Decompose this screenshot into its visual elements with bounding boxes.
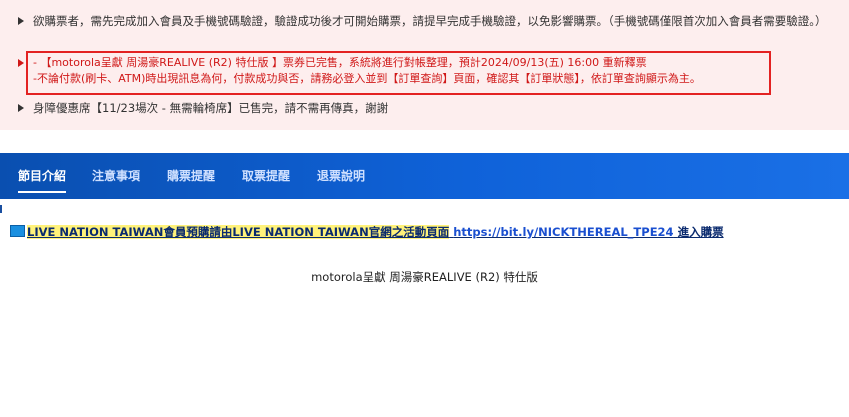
bullet-icon: [18, 104, 24, 112]
book-icon: [10, 225, 25, 237]
notice-item-member: 欲購票者，需先完成加入會員及手機號碼驗證，驗證成功後才可開始購票，請提早完成手機…: [18, 13, 838, 29]
notice-item-sold-out: - 【motorola呈獻 周湯豪REALIVE (R2) 特仕版 】票券已完售…: [18, 55, 778, 87]
bullet-icon: [18, 17, 24, 25]
notice-item-accessible-seats: 身障優惠席【11/23場次 - 無需輪椅席】已售完，請不需再傳真，謝謝: [18, 100, 838, 116]
bullet-icon: [18, 59, 24, 67]
presale-text: LIVE NATION TAIWAN會員預購請由LIVE NATION TAIW…: [27, 225, 450, 239]
program-tab-bar: 節目介紹 注意事項 購票提醒 取票提醒 退票說明: [0, 153, 849, 199]
notice-panel: 欲購票者，需先完成加入會員及手機號碼驗證，驗證成功後才可開始購票，請提早完成手機…: [0, 0, 849, 130]
presale-suffix: 進入購票: [677, 225, 724, 239]
tab-notes[interactable]: 注意事項: [92, 153, 140, 199]
tab-program-intro[interactable]: 節目介紹: [18, 153, 67, 199]
tab-purchase-reminder[interactable]: 購票提醒: [167, 153, 215, 199]
tab-refund-info[interactable]: 退票說明: [317, 153, 365, 199]
presale-promo: LIVE NATION TAIWAN會員預購請由LIVE NATION TAIW…: [10, 224, 724, 240]
tab-pickup-reminder[interactable]: 取票提醒: [242, 153, 290, 199]
payment-check-line: -不論付款(刷卡、ATM)時出現訊息為何，付款成功與否，請務必登入並到【訂單查詢…: [33, 72, 701, 85]
sold-out-line: - 【motorola呈獻 周湯豪REALIVE (R2) 特仕版 】票券已完售…: [33, 56, 647, 69]
presale-link[interactable]: https://bit.ly/NICKTHEREAL_TPE24: [453, 225, 673, 239]
left-marker: [0, 205, 2, 213]
event-title: motorola呈獻 周湯豪REALIVE (R2) 特仕版: [311, 270, 538, 284]
